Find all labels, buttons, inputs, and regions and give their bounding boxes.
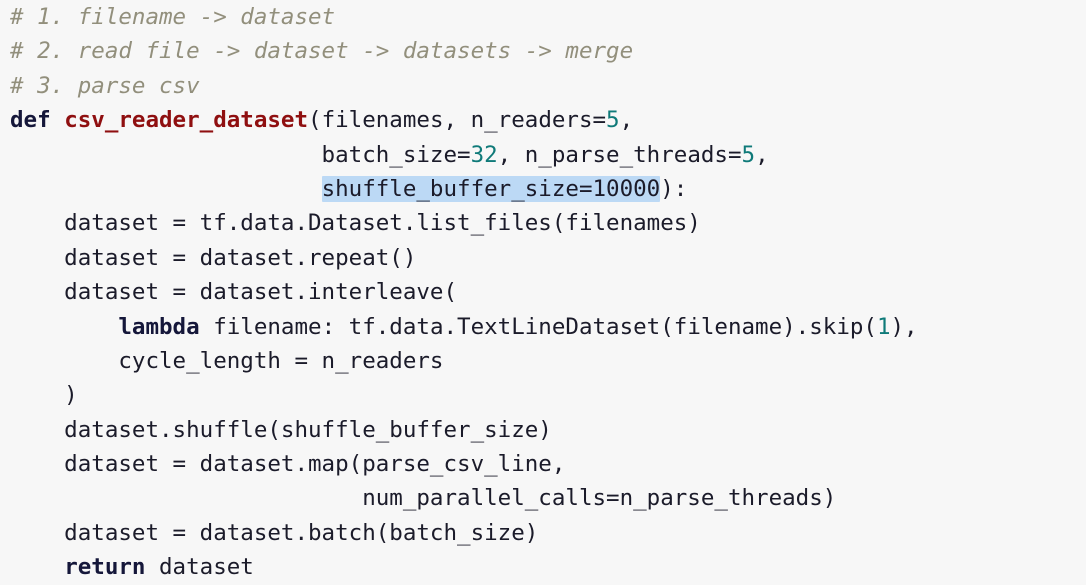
code-line[interactable]: def csv_reader_dataset(filenames, n_read… xyxy=(0,103,1086,137)
code-line[interactable]: lambda filename: tf.data.TextLineDataset… xyxy=(0,310,1086,344)
code-token: , xyxy=(619,107,634,134)
selected-text[interactable]: shuffle_buffer_size=10000 xyxy=(321,175,661,202)
code-line[interactable]: cycle_length = n_readers xyxy=(0,344,1086,378)
function-name-token: csv_reader_dataset xyxy=(64,107,309,134)
code-line[interactable]: dataset.shuffle(shuffle_buffer_size) xyxy=(0,413,1086,447)
code-line[interactable]: dataset = dataset.batch(batch_size) xyxy=(0,516,1086,550)
code-token: filename: tf.data.TextLineDataset(filena… xyxy=(199,313,877,340)
code-token: num_parallel_calls=n_parse_threads) xyxy=(10,485,837,512)
code-line[interactable]: dataset = dataset.map(parse_csv_line, xyxy=(0,447,1086,481)
code-token: ), xyxy=(890,313,918,340)
keyword-token: return xyxy=(64,554,146,581)
code-token: dataset = dataset.interleave( xyxy=(10,279,458,306)
code-token: dataset xyxy=(145,554,254,581)
keyword-token: lambda xyxy=(118,313,200,340)
code-line[interactable]: shuffle_buffer_size=10000): xyxy=(0,172,1086,206)
code-block[interactable]: # 1. filename -> dataset # 2. read file -… xyxy=(0,0,1086,582)
code-line[interactable]: # 2. read file -> dataset -> datasets ->… xyxy=(0,34,1086,68)
code-token: dataset = dataset.repeat() xyxy=(10,244,417,271)
comment-token: # 1. filename -> dataset xyxy=(10,4,336,30)
comment-token: # 3. parse csv xyxy=(10,72,200,99)
code-token: , xyxy=(755,141,769,168)
code-token: dataset = dataset.batch(batch_size) xyxy=(10,519,539,546)
number-token: 32 xyxy=(470,141,498,168)
code-line[interactable]: dataset = dataset.interleave( xyxy=(0,275,1086,309)
number-token: 5 xyxy=(606,107,620,134)
code-line[interactable]: batch_size=32, n_parse_threads=5, xyxy=(0,138,1086,172)
code-token: ): xyxy=(660,175,688,202)
code-token: dataset.shuffle(shuffle_buffer_size) xyxy=(10,416,552,443)
code-token: dataset = dataset.map(parse_csv_line, xyxy=(10,451,566,478)
code-token: cycle_length = n_readers xyxy=(10,347,444,374)
code-line[interactable]: # 3. parse csv xyxy=(0,69,1086,103)
code-line[interactable]: dataset = tf.data.Dataset.list_files(fil… xyxy=(0,206,1086,240)
code-token: dataset = tf.data.Dataset.list_files(fil… xyxy=(10,210,701,237)
code-line[interactable]: dataset = dataset.repeat() xyxy=(0,241,1086,275)
number-token: 1 xyxy=(876,313,891,340)
number-token: 5 xyxy=(741,141,756,168)
code-token: (filenames, n_readers= xyxy=(308,107,607,134)
code-line[interactable]: # 1. filename -> dataset xyxy=(0,0,1086,34)
code-line[interactable]: num_parallel_calls=n_parse_threads) xyxy=(0,481,1086,515)
comment-token: # 2. read file -> dataset -> datasets ->… xyxy=(10,38,634,65)
code-line[interactable]: ) xyxy=(0,378,1086,412)
code-token: batch_size= xyxy=(10,141,471,168)
code-line[interactable]: return dataset xyxy=(0,550,1086,584)
code-token: ) xyxy=(10,382,78,409)
keyword-token: def xyxy=(10,107,51,134)
code-token: , n_parse_threads= xyxy=(497,141,742,168)
